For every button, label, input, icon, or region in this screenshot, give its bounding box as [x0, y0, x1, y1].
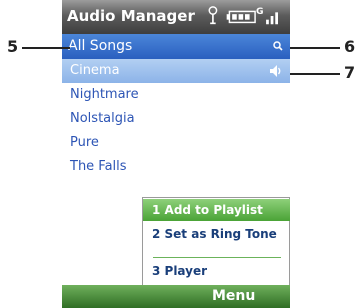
song-row-selected[interactable]: Cinema: [62, 59, 290, 83]
app-title: Audio Manager: [67, 7, 195, 25]
callout-6: 6: [344, 37, 356, 56]
menu-item-set-as-ring-tone[interactable]: 2 Set as Ring Tone: [143, 223, 290, 245]
speaker-icon: [270, 65, 281, 77]
song-list: Cinema Nightmare Nolstalgia Pure The Fal…: [62, 59, 290, 179]
song-row[interactable]: Pure: [62, 131, 290, 155]
status-icons: G: [208, 6, 278, 25]
song-row[interactable]: Nightmare: [62, 83, 290, 107]
antenna-icon: [208, 6, 218, 25]
song-title: Nightmare: [70, 87, 139, 102]
callout-7-leader: [290, 73, 340, 75]
menu-separator: [153, 257, 281, 258]
menu-item-add-to-playlist[interactable]: 1 Add to Playlist: [143, 199, 290, 221]
softkey-bar: Menu: [62, 285, 290, 308]
callout-5-leader: [22, 47, 70, 49]
callout-5: 5: [7, 37, 19, 56]
song-row[interactable]: Nolstalgia: [62, 107, 290, 131]
song-title: The Falls: [70, 159, 127, 174]
song-title: Cinema: [70, 63, 120, 78]
callout-7: 7: [344, 63, 356, 82]
phone-screen: Audio Manager G All Songs Cinema Nightma…: [62, 0, 290, 308]
svg-text:G: G: [256, 6, 264, 17]
menu-item-player[interactable]: 3 Player: [143, 260, 290, 282]
song-title: Nolstalgia: [70, 111, 135, 126]
context-menu: 1 Add to Playlist 2 Set as Ring Tone 3 P…: [142, 197, 290, 285]
song-title: Pure: [70, 135, 99, 150]
title-bar: Audio Manager G: [62, 0, 290, 34]
category-header[interactable]: All Songs: [62, 34, 290, 59]
battery-icon: [226, 10, 256, 24]
search-icon[interactable]: [273, 41, 283, 51]
softkey-menu[interactable]: Menu: [212, 288, 255, 304]
category-label: All Songs: [68, 38, 133, 54]
callout-6-leader: [290, 47, 340, 49]
gprs-signal-icon: G: [256, 6, 278, 25]
song-row[interactable]: The Falls: [62, 155, 290, 179]
